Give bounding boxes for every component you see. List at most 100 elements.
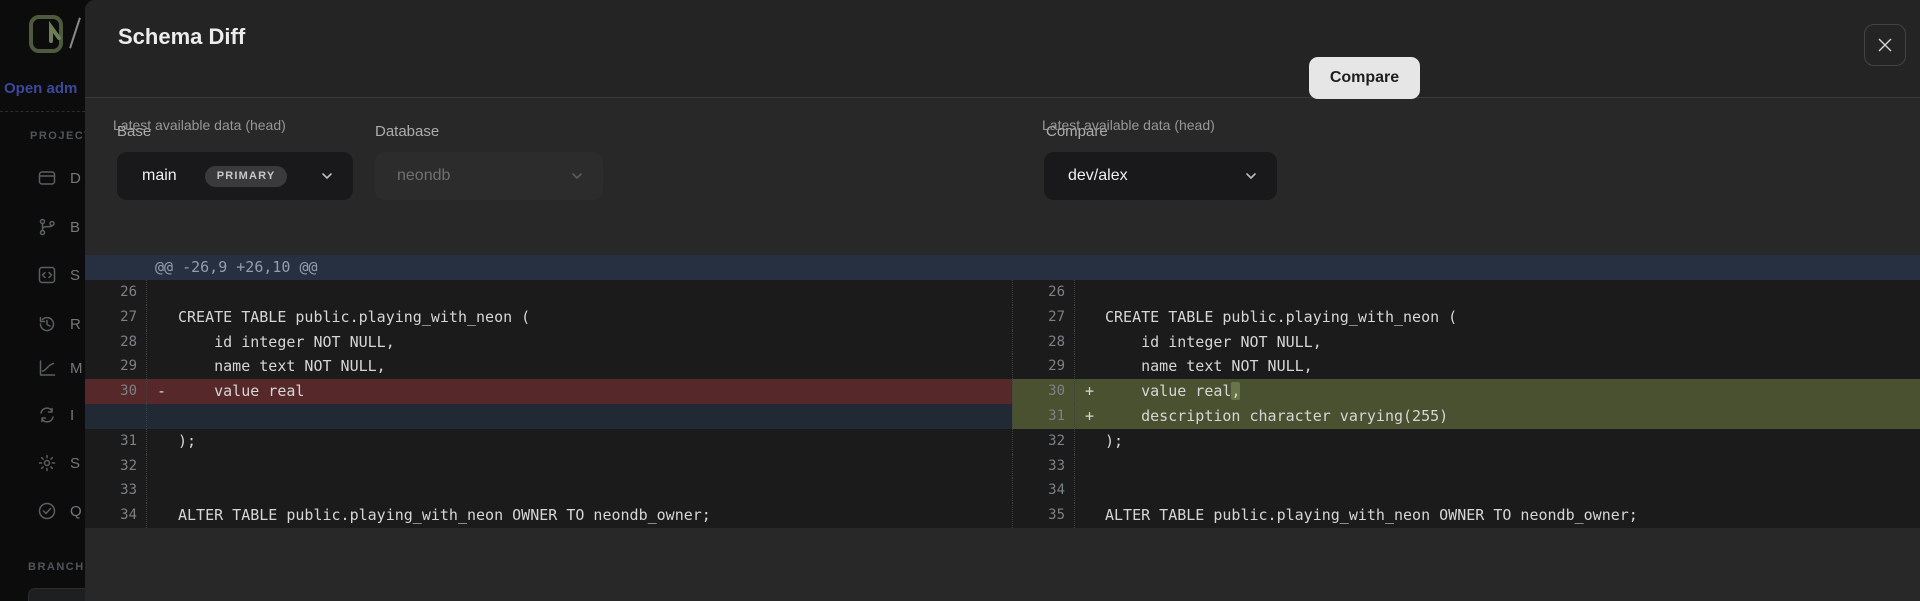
- sidebar-item-restore[interactable]: R: [37, 313, 81, 335]
- hunk-header: @@ -26,9 +26,10 @@: [85, 255, 1920, 280]
- diff-right-context: 34: [1012, 478, 1920, 503]
- compare-branch-select[interactable]: dev/alex: [1044, 152, 1277, 200]
- line-number: 28: [85, 330, 147, 355]
- sidebar-item-sql-editor[interactable]: S: [37, 264, 80, 286]
- open-admin-link[interactable]: Open adm: [4, 80, 77, 97]
- diff-row: 33 34: [85, 478, 1920, 503]
- diff-right-context: 28 id integer NOT NULL,: [1012, 330, 1920, 355]
- code-line: id integer NOT NULL,: [147, 330, 1012, 355]
- code-line: [1075, 454, 1920, 479]
- compare-branch-value: dev/alex: [1068, 167, 1128, 185]
- base-branch-select[interactable]: main PRIMARY: [117, 152, 353, 200]
- sidebar-item-label: R: [70, 316, 81, 333]
- code-line: + value real,: [1075, 379, 1920, 404]
- database-value: neondb: [397, 167, 450, 185]
- base-hint: Latest available data (head): [113, 117, 286, 133]
- line-number: 33: [85, 478, 147, 503]
- sidebar-item-label: I: [70, 407, 74, 424]
- code-line: + description character varying(255): [1075, 404, 1920, 429]
- line-number: 34: [85, 503, 147, 528]
- diff-right-context: 27CREATE TABLE public.playing_with_neon …: [1012, 305, 1920, 330]
- sidebar-item-label: M: [70, 360, 83, 377]
- quickstart-icon: [37, 501, 57, 521]
- diff-marker: +: [1085, 404, 1094, 429]
- integrations-icon: [37, 405, 57, 425]
- diff-left-context: 31);: [85, 429, 1012, 454]
- line-number: 30: [1012, 379, 1075, 404]
- code-line: ALTER TABLE public.playing_with_neon OWN…: [147, 503, 1012, 528]
- project-section-label: PROJECT: [30, 130, 85, 142]
- diff-row: 32 33: [85, 454, 1920, 479]
- sidebar-divider: [0, 111, 85, 112]
- diff-left-context: 32: [85, 454, 1012, 479]
- sidebar-item-label: S: [70, 455, 80, 472]
- diff-right-context: 33: [1012, 454, 1920, 479]
- sql-editor-icon: [37, 265, 57, 285]
- close-button[interactable]: [1864, 24, 1906, 66]
- code-line: [147, 454, 1012, 479]
- sidebar-item-branches[interactable]: B: [37, 216, 80, 238]
- restore-icon: [37, 314, 57, 334]
- sidebar-item-dashboard[interactable]: D: [37, 167, 81, 189]
- line-number: 28: [1012, 330, 1075, 355]
- diff-row: 27CREATE TABLE public.playing_with_neon …: [85, 305, 1920, 330]
- line-number: 26: [85, 280, 147, 305]
- schema-diff-modal: Schema Diff Base Database Compare main P…: [85, 0, 1920, 601]
- compare-button[interactable]: Compare: [1309, 57, 1420, 99]
- line-number: 26: [1012, 280, 1075, 305]
- line-number: 32: [85, 454, 147, 479]
- diff-left-context: 29 name text NOT NULL,: [85, 354, 1012, 379]
- sidebar-item-settings[interactable]: S: [37, 452, 80, 474]
- diff-left-context: 33: [85, 478, 1012, 503]
- code-line: name text NOT NULL,: [1075, 354, 1920, 379]
- diff-left-context: 28 id integer NOT NULL,: [85, 330, 1012, 355]
- line-number: 31: [85, 429, 147, 454]
- base-branch-value: main: [142, 167, 177, 185]
- close-icon: [1876, 36, 1894, 54]
- screen: Open adm PROJECT DBSRMISQ BRANCH Schema …: [0, 0, 1920, 601]
- word-diff-highlight: ,: [1231, 382, 1240, 400]
- code-line: );: [147, 429, 1012, 454]
- schema-diff-view[interactable]: @@ -26,9 +26,10 @@ 262627CREATE TABLE pu…: [85, 255, 1920, 528]
- diff-row: 31);32);: [85, 429, 1920, 454]
- code-line: [147, 280, 1012, 305]
- diff-right-context: 26: [1012, 280, 1920, 305]
- branch-selector[interactable]: [28, 588, 85, 601]
- sidebar-item-label: D: [70, 170, 81, 187]
- line-number: 27: [85, 305, 147, 330]
- diff-marker: +: [1085, 379, 1094, 404]
- diff-left-removed: 30- value real: [85, 379, 1012, 404]
- diff-right-added: 30+ value real,: [1012, 379, 1920, 404]
- breadcrumb-slash: [69, 17, 81, 48]
- line-number: 29: [1012, 354, 1075, 379]
- diff-right-context: 32);: [1012, 429, 1920, 454]
- diff-row: 29 name text NOT NULL,29 name text NOT N…: [85, 354, 1920, 379]
- diff-rows: 262627CREATE TABLE public.playing_with_n…: [85, 280, 1920, 528]
- sidebar-item-label: B: [70, 219, 80, 236]
- code-line: CREATE TABLE public.playing_with_neon (: [147, 305, 1012, 330]
- code-line: - value real: [147, 379, 1012, 404]
- diff-row: 26 26: [85, 280, 1920, 305]
- sidebar-item-quickstart[interactable]: Q: [37, 500, 82, 522]
- line-number: [85, 404, 147, 429]
- code-line: CREATE TABLE public.playing_with_neon (: [1075, 305, 1920, 330]
- code-line: [1075, 280, 1920, 305]
- sidebar-item-integrations[interactable]: I: [37, 404, 74, 426]
- diff-right-context: 29 name text NOT NULL,: [1012, 354, 1920, 379]
- code-line: ALTER TABLE public.playing_with_neon OWN…: [1075, 503, 1920, 528]
- sidebar-item-label: Q: [70, 503, 82, 520]
- diff-left-context: 27CREATE TABLE public.playing_with_neon …: [85, 305, 1012, 330]
- sidebar-item-monitoring[interactable]: M: [37, 357, 83, 379]
- neon-logo-icon: [29, 14, 65, 54]
- diff-row: 34ALTER TABLE public.playing_with_neon O…: [85, 503, 1920, 528]
- code-line: );: [1075, 429, 1920, 454]
- line-number: 35: [1012, 503, 1075, 528]
- sidebar-item-label: S: [70, 267, 80, 284]
- code-line: id integer NOT NULL,: [1075, 330, 1920, 355]
- chevron-down-icon: [1243, 168, 1259, 184]
- line-number: 31: [1012, 404, 1075, 429]
- diff-left-context: 26: [85, 280, 1012, 305]
- line-number: 32: [1012, 429, 1075, 454]
- line-number: 33: [1012, 454, 1075, 479]
- modal-header: Schema Diff: [85, 0, 1920, 98]
